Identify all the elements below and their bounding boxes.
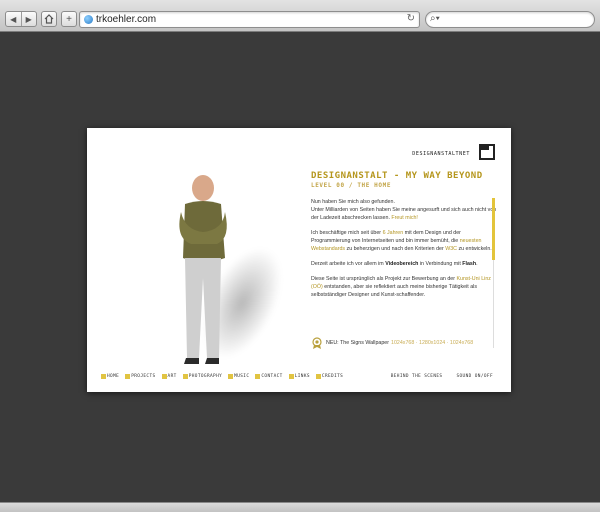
nav-item-projects[interactable]: PROJECTS <box>125 374 155 379</box>
forward-button[interactable]: ▶ <box>20 12 37 26</box>
chevron-left-icon: ◀ <box>10 14 17 24</box>
nav-label: MUSIC <box>234 374 250 379</box>
nav-label: PHOTOGRAPHY <box>188 374 223 379</box>
nav-label: CREDITS <box>321 374 344 379</box>
nav-item-home[interactable]: HOME <box>101 374 119 379</box>
secondary-nav: BEHIND THE SCENES SOUND ON/OFF <box>391 374 493 379</box>
text-line: in Verbindung mit <box>419 261 461 267</box>
text-line: Diese Seite ist ursprünglich als Projekt… <box>311 276 455 282</box>
text-line: entstanden, aber sie reflektiert auch me… <box>311 284 477 298</box>
highlight-text: 6 Jahren <box>382 230 404 236</box>
bold-text: Flash <box>462 261 477 267</box>
nav-square-icon <box>315 374 321 379</box>
nav-square-icon <box>182 374 188 379</box>
page-subtitle: LEVEL 00 / THE HOME <box>311 182 392 189</box>
nav-label: PROJECTS <box>131 374 156 379</box>
nav-label: HOME <box>107 374 120 379</box>
page-title: DESIGNANSTALT - MY WAY BEYOND <box>311 171 483 181</box>
add-bookmark-button[interactable]: + <box>61 11 77 27</box>
brand-name: DESIGNANSTALTNET <box>412 151 470 157</box>
nav-item-art[interactable]: ART <box>161 374 177 379</box>
wallpaper-sizes[interactable]: 1024x768 · 1280x1024 · 1024x768 <box>391 340 473 346</box>
browser-toolbar: ◀ ▶ + trkoehler.com ↻ ⌕▾ <box>0 0 600 32</box>
highlight-text: Freut mich! <box>391 215 418 221</box>
news-label[interactable]: NEU: The Signs Wallpaper <box>326 340 389 346</box>
nav-label: ART <box>167 374 177 379</box>
text-line: . <box>476 261 478 267</box>
home-button[interactable] <box>41 11 57 27</box>
address-bar[interactable]: trkoehler.com ↻ <box>79 11 420 28</box>
nav-square-icon <box>101 374 106 379</box>
paragraph-2: Ich beschäftige mich seit über 6 Jahren … <box>311 229 497 253</box>
nav-square-icon <box>255 374 261 379</box>
paragraph-4: Diese Seite ist ursprünglich als Projekt… <box>311 275 497 299</box>
nav-square-icon <box>161 374 167 379</box>
nav-square-icon <box>288 374 294 379</box>
home-icon <box>44 14 54 24</box>
back-button[interactable]: ◀ <box>6 12 21 26</box>
plus-icon: + <box>66 13 72 25</box>
nav-square-icon <box>125 374 131 379</box>
paragraph-3: Derzeit arbeite ich vor allem im Videobe… <box>311 260 497 268</box>
logo-icon <box>479 144 495 160</box>
nav-label: LINKS <box>294 374 310 379</box>
nav-item-photography[interactable]: PHOTOGRAPHY <box>182 374 223 379</box>
sound-toggle-link[interactable]: SOUND ON/OFF <box>456 374 493 379</box>
portrait-figure <box>179 175 227 364</box>
nav-square-icon <box>228 374 234 379</box>
text-line: Derzeit arbeite ich vor allem im <box>311 261 384 267</box>
reload-icon[interactable]: ↻ <box>407 13 415 24</box>
text-line: Ich beschäftige mich seit über <box>311 230 382 236</box>
intro-text: Nun haben Sie mich also gefunden. Unter … <box>311 198 497 306</box>
behind-the-scenes-link[interactable]: BEHIND THE SCENES <box>391 374 443 379</box>
nav-item-music[interactable]: MUSIC <box>228 374 249 379</box>
text-line: zu beherzigen und nach den Kriterien der <box>346 246 444 252</box>
w3c-link[interactable]: W3C <box>445 246 457 252</box>
nav-item-credits[interactable]: CREDITS <box>315 374 344 379</box>
site-panel: DESIGNANSTALTNET DESIGNANSTALT - MY WAY … <box>87 128 511 392</box>
main-nav: HOME PROJECTS ART PHOTOGRAPHY MUSIC CONT… <box>101 374 343 379</box>
paragraph-1: Nun haben Sie mich also gefunden. Unter … <box>311 198 497 222</box>
bold-text: Videobereich <box>385 261 419 267</box>
chevron-right-icon: ▶ <box>25 14 32 24</box>
search-icon: ⌕▾ <box>430 13 440 24</box>
history-buttons: ◀ ▶ <box>5 11 37 27</box>
status-bar <box>0 502 600 512</box>
url-text: trkoehler.com <box>96 14 157 25</box>
badge-icon <box>312 337 322 349</box>
nav-label: CONTACT <box>261 374 283 379</box>
text-line: Nun haben Sie mich also gefunden. <box>311 199 395 205</box>
nav-item-contact[interactable]: CONTACT <box>255 374 282 379</box>
nav-item-links[interactable]: LINKS <box>288 374 310 379</box>
text-line: zu entwickeln. <box>458 246 492 252</box>
news-item: NEU: The Signs Wallpaper 1024x768 · 1280… <box>311 336 501 350</box>
search-field[interactable]: ⌕▾ <box>425 11 595 28</box>
globe-icon <box>84 15 93 24</box>
scroll-thumb[interactable] <box>492 198 495 260</box>
